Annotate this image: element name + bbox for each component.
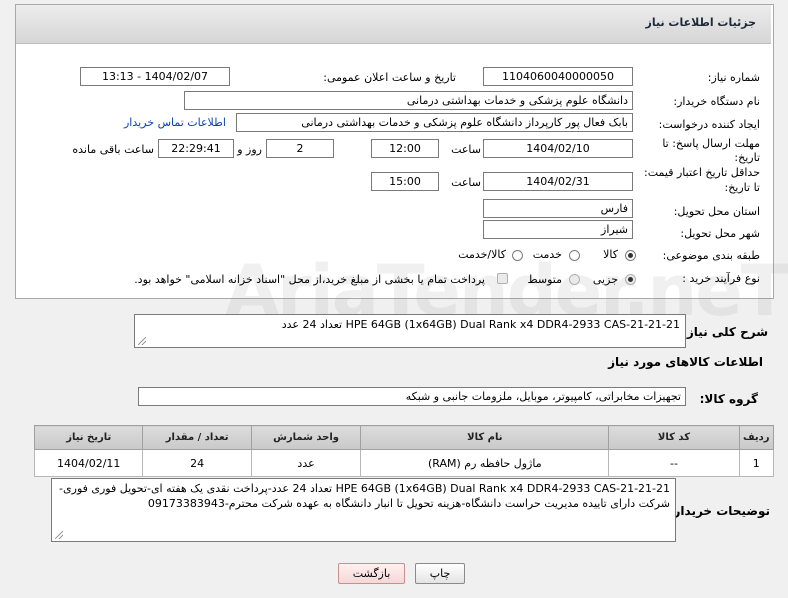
buyer-notes-text: HPE 64GB (1x64GB) Dual Rank x4 DDR4-2933… — [59, 482, 670, 510]
category-goods-label: کالا — [603, 248, 618, 261]
deadline-time-field: 12:00 — [371, 139, 439, 158]
back-button[interactable]: بازگشت — [338, 563, 405, 584]
deadline-label-2: تاریخ: — [734, 151, 760, 164]
deadline-time-label: ساعت — [451, 143, 481, 156]
col-item-code: کد کالا — [608, 425, 740, 450]
creator-field: بابک فعال پور کارپرداز دانشگاه علوم پزشک… — [236, 113, 633, 132]
buyer-contact-link[interactable]: اطلاعات تماس خریدار — [124, 116, 226, 129]
resize-grip-icon[interactable] — [138, 337, 146, 345]
general-desc-label: شرح کلی نیاز: — [682, 325, 768, 339]
col-need-date: تاریخ نیاز — [33, 425, 144, 450]
goods-group-field: تجهیزات مخابراتی، کامپیوتر، موبایل، ملزو… — [138, 387, 686, 406]
col-quantity: تعداد / مقدار — [142, 425, 252, 450]
general-desc-textarea[interactable]: HPE 64GB (1x64GB) Dual Rank x4 DDR4-2933… — [134, 314, 686, 348]
col-unit: واحد شمارش — [250, 425, 362, 450]
city-label: شهر محل تحویل: — [680, 227, 760, 240]
creator-label: ایجاد کننده درخواست: — [658, 118, 760, 131]
deadline-label-1: مهلت ارسال پاسخ: تا — [662, 137, 760, 150]
buyer-notes-label: توضیحات خریدار: — [668, 504, 770, 518]
table-row[interactable]: 1 -- ماژول حافظه رم (RAM) عدد 24 1404/02… — [33, 449, 775, 477]
city-field: شیراز — [483, 220, 633, 239]
cell-quantity: 24 — [142, 449, 252, 477]
remaining-time-label: ساعت باقی مانده — [72, 143, 154, 156]
process-medium-label: متوسط — [527, 273, 562, 286]
need-number-field: 1104060040000050 — [483, 67, 633, 86]
process-medium-radio[interactable] — [569, 274, 580, 285]
price-validity-label-2: تا تاریخ: — [724, 181, 760, 194]
process-type-label: نوع فرآیند خرید : — [682, 272, 760, 285]
remaining-days-field: 2 — [266, 139, 334, 158]
category-service-label: خدمت — [532, 248, 562, 261]
category-goods-service-label: کالا/خدمت — [458, 248, 506, 261]
cell-item-code: -- — [608, 449, 740, 477]
category-service-radio[interactable] — [569, 250, 580, 261]
process-minor-label: جزیی — [592, 273, 618, 286]
process-minor-radio[interactable] — [625, 274, 636, 285]
treasury-payment-note: پرداخت تمام یا بخشی از مبلغ خرید،از محل … — [134, 273, 485, 286]
price-validity-date-field: 1404/02/31 — [483, 172, 633, 191]
province-label: استان محل تحویل: — [673, 205, 760, 218]
deadline-date-field: 1404/02/10 — [483, 139, 633, 158]
goods-table-header: ردیف کد کالا نام کالا واحد شمارش تعداد /… — [33, 425, 775, 450]
cell-need-date: 1404/02/11 — [33, 449, 144, 477]
category-label: طبقه بندی موضوعی: — [662, 249, 760, 262]
remaining-time-field: 22:29:41 — [158, 139, 234, 158]
print-button[interactable]: چاپ — [415, 563, 465, 584]
cell-item-name: ماژول حافظه رم (RAM) — [360, 449, 610, 477]
announce-date-field: 1404/02/07 - 13:13 — [80, 67, 230, 86]
days-label: روز و — [237, 143, 262, 156]
cell-unit: عدد — [250, 449, 362, 477]
treasury-payment-checkbox[interactable] — [497, 273, 508, 284]
category-goods-service-radio[interactable] — [512, 250, 523, 261]
price-validity-label-1: حداقل تاریخ اعتبار قیمت: — [644, 166, 760, 179]
panel-title: جزئیات اطلاعات نیاز — [645, 16, 757, 29]
need-number-label: شماره نیاز: — [707, 71, 760, 84]
goods-group-label: گروه کالا: — [699, 392, 758, 406]
general-desc-text: HPE 64GB (1x64GB) Dual Rank x4 DDR4-2933… — [281, 318, 680, 331]
buyer-org-field: دانشگاه علوم پزشکی و خدمات بهداشتی درمان… — [184, 91, 633, 110]
resize-grip-icon[interactable] — [55, 531, 63, 539]
goods-table: ردیف کد کالا نام کالا واحد شمارش تعداد /… — [33, 425, 775, 477]
price-validity-time-field: 15:00 — [371, 172, 439, 191]
goods-section-title: اطلاعات کالاهای مورد نیاز — [608, 355, 763, 369]
col-item-name: نام کالا — [360, 425, 610, 450]
announce-date-label: تاریخ و ساعت اعلان عمومی: — [323, 71, 456, 84]
col-row-number: ردیف — [738, 425, 775, 450]
buyer-notes-textarea[interactable]: HPE 64GB (1x64GB) Dual Rank x4 DDR4-2933… — [51, 478, 676, 542]
province-field: فارس — [483, 199, 633, 218]
cell-row-number: 1 — [738, 449, 775, 477]
buyer-org-label: نام دستگاه خریدار: — [673, 95, 760, 108]
price-validity-time-label: ساعت — [451, 176, 481, 189]
category-goods-radio[interactable] — [625, 250, 636, 261]
